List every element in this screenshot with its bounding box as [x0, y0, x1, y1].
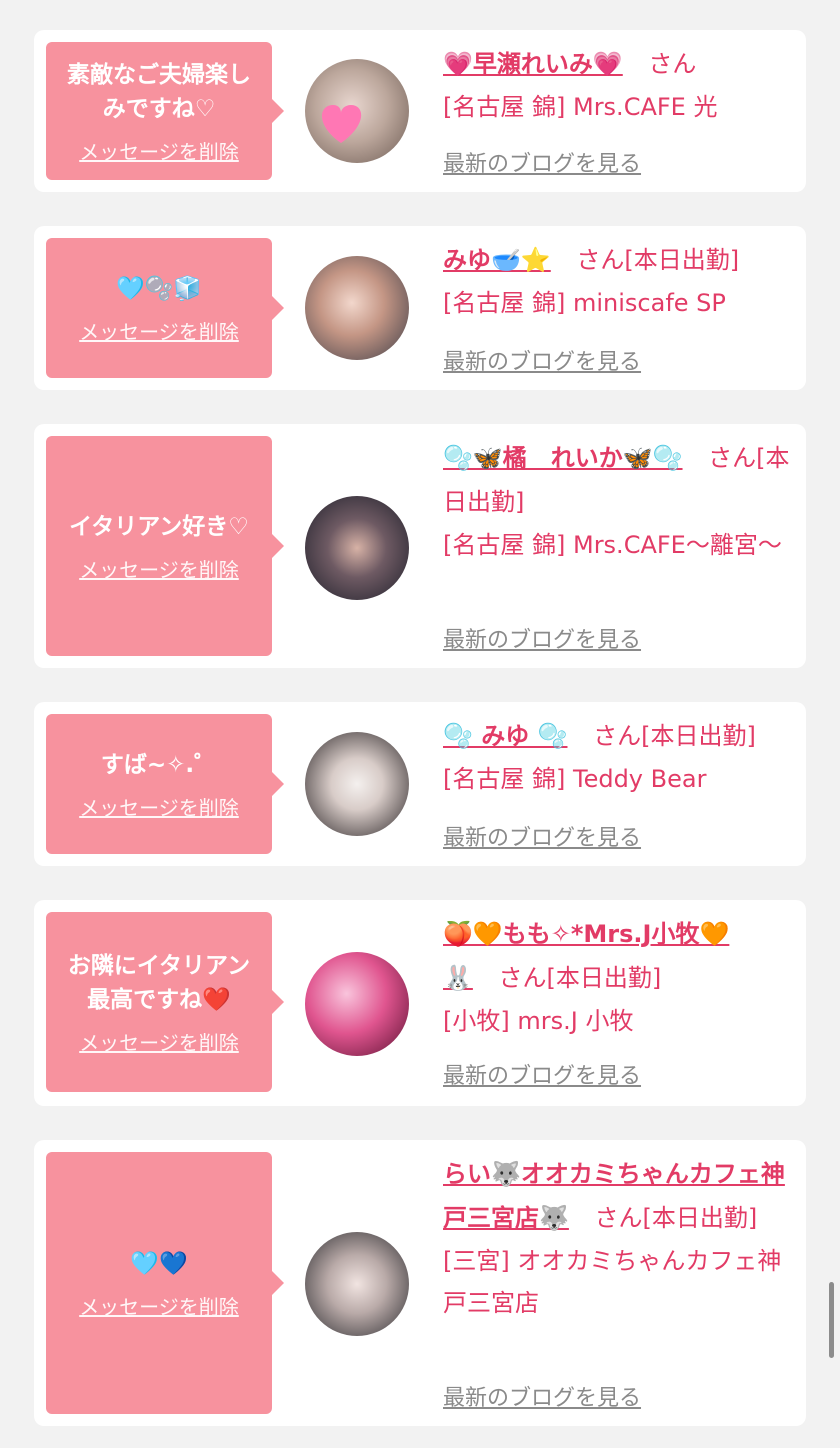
shop-name: [小牧] mrs.J 小牧: [443, 1007, 634, 1035]
name-line: 💗早瀬れいみ💗 さん: [443, 42, 790, 86]
message-text: 素敵なご夫婦楽しみですね♡: [67, 61, 251, 122]
name-line: 🍑🧡もも✧*Mrs.J小牧🧡: [443, 912, 790, 956]
blog-link[interactable]: 最新のブログを見る: [443, 820, 641, 852]
message-bubble: すば~✧.゜ メッセージを削除: [46, 714, 284, 854]
message-text: お隣にイタリアン最高ですね❤️: [67, 952, 251, 1013]
shop-name: [名古屋 錦] miniscafe SP: [443, 289, 726, 317]
message-text: 🩵🫧🧊: [116, 275, 202, 302]
cast-info: みゆ🥣⭐️ さん[本日出勤] [名古屋 錦] miniscafe SP: [443, 238, 790, 324]
blog-link[interactable]: 最新のブログを見る: [443, 1380, 641, 1412]
message-card: すば~✧.゜ メッセージを削除 🫧 みゆ 🫧 さん[本日出勤] [名古屋 錦] …: [34, 702, 806, 866]
message-card: 🩵🫧🧊 メッセージを削除 みゆ🥣⭐️ さん[本日出勤] [名古屋 錦] mini…: [34, 226, 806, 390]
message-text: イタリアン好き♡: [69, 513, 249, 540]
scrollbar[interactable]: [829, 1282, 834, 1358]
name-line: 🫧 みゆ 🫧 さん[本日出勤]: [443, 714, 790, 758]
delete-message-link[interactable]: メッセージを削除: [79, 1291, 239, 1320]
shop-name: [三宮] オオカミちゃんカフェ神戸三宮店: [443, 1247, 782, 1317]
message-card: お隣にイタリアン最高ですね❤️ メッセージを削除 🍑🧡もも✧*Mrs.J小牧🧡 …: [34, 900, 806, 1106]
honorific: さん: [708, 444, 757, 472]
attendance-status: [本日出勤]: [624, 246, 740, 274]
name-line: 🫧🦋橘 れいか🦋🫧 さん[本日出勤]: [443, 436, 790, 524]
message-bubble: お隣にイタリアン最高ですね❤️ メッセージを削除: [46, 912, 284, 1092]
message-bubble: イタリアン好き♡ メッセージを削除: [46, 436, 284, 656]
cast-info: 🍑🧡もも✧*Mrs.J小牧🧡 🐰 さん[本日出勤] [小牧] mrs.J 小牧: [443, 912, 790, 1042]
name-line: らい🐺オオカミちゃんカフェ神戸三宮店🐺 さん[本日出勤]: [443, 1152, 790, 1240]
delete-message-link[interactable]: メッセージを削除: [79, 792, 239, 821]
cast-info: 🫧🦋橘 れいか🦋🫧 さん[本日出勤] [名古屋 錦] Mrs.CAFE〜離宮〜: [443, 436, 790, 566]
attendance-status: [本日出勤]: [642, 1204, 758, 1232]
blog-link[interactable]: 最新のブログを見る: [443, 622, 641, 654]
delete-message-link[interactable]: メッセージを削除: [79, 316, 239, 345]
avatar[interactable]: [305, 952, 409, 1056]
avatar[interactable]: [305, 59, 409, 163]
avatar[interactable]: [305, 256, 409, 360]
honorific: さん: [498, 964, 547, 992]
message-card: 素敵なご夫婦楽しみですね♡ メッセージを削除 💗早瀬れいみ💗 さん [名古屋 錦…: [34, 30, 806, 192]
message-bubble: 🩵💙 メッセージを削除: [46, 1152, 284, 1414]
shop-name: [名古屋 錦] Mrs.CAFE〜離宮〜: [443, 531, 782, 559]
honorific: さん: [593, 722, 642, 750]
attendance-status: [本日出勤]: [641, 722, 756, 750]
cast-name-link[interactable]: 🍑🧡もも✧*Mrs.J小牧🧡: [443, 920, 729, 948]
delete-message-link[interactable]: メッセージを削除: [79, 554, 239, 583]
name-line: みゆ🥣⭐️ さん[本日出勤]: [443, 238, 790, 282]
delete-message-link[interactable]: メッセージを削除: [79, 136, 239, 165]
delete-message-link[interactable]: メッセージを削除: [79, 1027, 239, 1056]
cast-info: らい🐺オオカミちゃんカフェ神戸三宮店🐺 さん[本日出勤] [三宮] オオカミちゃ…: [443, 1152, 790, 1324]
shop-name: [名古屋 錦] Teddy Bear: [443, 765, 707, 793]
name-line-2: 🐰 さん[本日出勤]: [443, 956, 790, 1000]
message-text: すば~✧.゜: [100, 751, 218, 778]
message-card: 🩵💙 メッセージを削除 らい🐺オオカミちゃんカフェ神戸三宮店🐺 さん[本日出勤]…: [34, 1140, 806, 1426]
message-text: 🩵💙: [130, 1250, 188, 1277]
honorific: さん: [648, 50, 697, 78]
honorific: さん: [594, 1204, 643, 1232]
avatar[interactable]: [305, 732, 409, 836]
message-card: イタリアン好き♡ メッセージを削除 🫧🦋橘 れいか🦋🫧 さん[本日出勤] [名古…: [34, 424, 806, 668]
shop-name: [名古屋 錦] Mrs.CAFE 光: [443, 93, 718, 121]
cast-info: 🫧 みゆ 🫧 さん[本日出勤] [名古屋 錦] Teddy Bear: [443, 714, 790, 800]
message-bubble: 素敵なご夫婦楽しみですね♡ メッセージを削除: [46, 42, 284, 180]
cast-name-link[interactable]: 🫧 みゆ 🫧: [443, 722, 567, 750]
cast-name-link[interactable]: 🫧🦋橘 れいか🦋🫧: [443, 444, 683, 472]
attendance-status: [本日出勤]: [546, 964, 662, 992]
cast-name-link[interactable]: 💗早瀬れいみ💗: [443, 50, 623, 78]
heart-icon: [321, 105, 362, 143]
cast-info: 💗早瀬れいみ💗 さん [名古屋 錦] Mrs.CAFE 光: [443, 42, 790, 128]
blog-link[interactable]: 最新のブログを見る: [443, 146, 641, 178]
avatar[interactable]: [305, 496, 409, 600]
message-bubble: 🩵🫧🧊 メッセージを削除: [46, 238, 284, 378]
cast-name-link-cont[interactable]: 🐰: [443, 964, 473, 992]
cast-name-link[interactable]: みゆ🥣⭐️: [443, 246, 551, 274]
avatar[interactable]: [305, 1232, 409, 1336]
blog-link[interactable]: 最新のブログを見る: [443, 344, 641, 376]
blog-link[interactable]: 最新のブログを見る: [443, 1058, 641, 1090]
honorific: さん: [576, 246, 625, 274]
